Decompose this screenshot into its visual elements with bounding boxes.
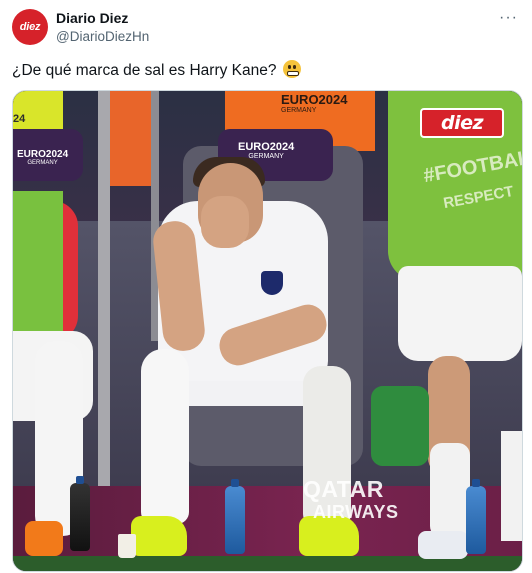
avatar[interactable]: diez — [12, 9, 48, 45]
water-bottle — [225, 479, 245, 554]
paper-cup — [118, 534, 136, 558]
right-player-sock — [430, 443, 470, 538]
player-left-boot — [131, 516, 187, 556]
player-left-sock — [141, 349, 189, 524]
euro2024-left-main: EURO2024 — [17, 149, 69, 160]
avatar-logo-text: diez — [19, 21, 41, 33]
diez-watermark-text: diez — [440, 112, 484, 134]
player-hand-on-face — [201, 196, 249, 248]
euro2024-shirt-print: EURO2024 GERMANY — [281, 92, 348, 115]
tweet-photo[interactable]: 24 EURO2024 GERMANY EURO2024 GERMANY EUR… — [12, 90, 523, 572]
ad-text-qatar: QATAR — [303, 476, 384, 502]
grimacing-face-emoji-icon — [282, 60, 301, 78]
green-bag — [371, 386, 429, 466]
euro2024-shirt-sub: GERMANY — [281, 107, 317, 115]
background-yellow-shirt — [13, 91, 63, 131]
euro2024-headrest-logo: EURO2024 GERMANY — [238, 141, 294, 161]
england-crest-icon — [261, 271, 283, 295]
tweet-text-content: ¿De qué marca de sal es Harry Kane? — [12, 62, 277, 79]
left-player-bib — [13, 191, 63, 331]
euro2024-left-headrest-logo: EURO2024 GERMANY — [17, 149, 68, 167]
display-name[interactable]: Diario Diez — [56, 10, 128, 26]
right-player-boot — [418, 531, 468, 559]
more-options-icon[interactable]: ··· — [499, 9, 518, 27]
left-player-boot — [25, 521, 63, 556]
right-edge-sock — [501, 431, 522, 541]
tweet-text: ¿De qué marca de sal es Harry Kane? — [12, 60, 301, 80]
water-bottle — [466, 479, 486, 554]
user-handle[interactable]: @DiarioDiezHn — [56, 29, 149, 44]
tweet-card: diez Diario Diez @DiarioDiezHn ··· ¿De q… — [0, 0, 532, 573]
dark-bottle — [70, 476, 90, 551]
euro2024-left-sub: GERMANY — [27, 160, 58, 166]
background-shirt-number: 24 — [13, 113, 26, 125]
euro2024-headrest-sub: GERMANY — [248, 153, 284, 161]
euro2024-headrest-main: EURO2024 — [238, 141, 295, 153]
right-player-shorts — [398, 266, 522, 361]
diez-watermark-logo: diez — [420, 108, 504, 138]
ad-text-airways: AIRWAYS — [313, 502, 399, 522]
euro2024-shirt-main: EURO2024 — [281, 92, 348, 107]
